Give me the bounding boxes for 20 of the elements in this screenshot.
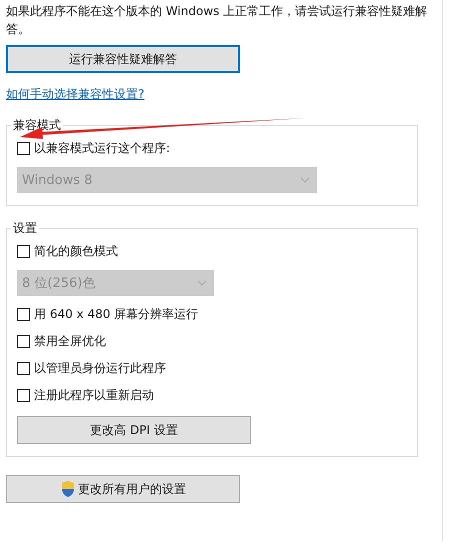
chevron-down-icon — [300, 177, 310, 183]
checkbox-label: 以兼容模式运行这个程序: — [34, 140, 170, 157]
checkbox[interactable] — [17, 335, 30, 348]
checkbox-label: 简化的颜色模式 — [34, 243, 118, 260]
all-users-button[interactable]: 更改所有用户的设置 — [6, 475, 240, 503]
checkbox[interactable] — [17, 389, 30, 402]
help-link[interactable]: 如何手动选择兼容性设置? — [6, 86, 144, 103]
chevron-down-icon — [197, 280, 207, 286]
shield-icon — [60, 480, 76, 498]
checkbox[interactable] — [17, 245, 30, 258]
checkbox-label: 禁用全屏优化 — [34, 333, 106, 350]
checkbox[interactable] — [17, 362, 30, 375]
checkbox-label: 用 640 x 480 屏幕分辨率运行 — [34, 306, 198, 323]
troubleshoot-button[interactable]: 运行兼容性疑难解答 — [6, 45, 240, 73]
checkbox[interactable] — [17, 142, 30, 155]
checkbox[interactable] — [17, 308, 30, 321]
checkbox-label: 以管理员身份运行此程序 — [34, 360, 166, 377]
intro-text: 如果此程序不能在这个版本的 Windows 上正常工作，请尝试运行兼容性疑难解答。 — [6, 3, 428, 38]
checkbox-label: 注册此程序以重新启动 — [34, 387, 154, 404]
dpi-settings-button[interactable]: 更改高 DPI 设置 — [17, 416, 251, 444]
